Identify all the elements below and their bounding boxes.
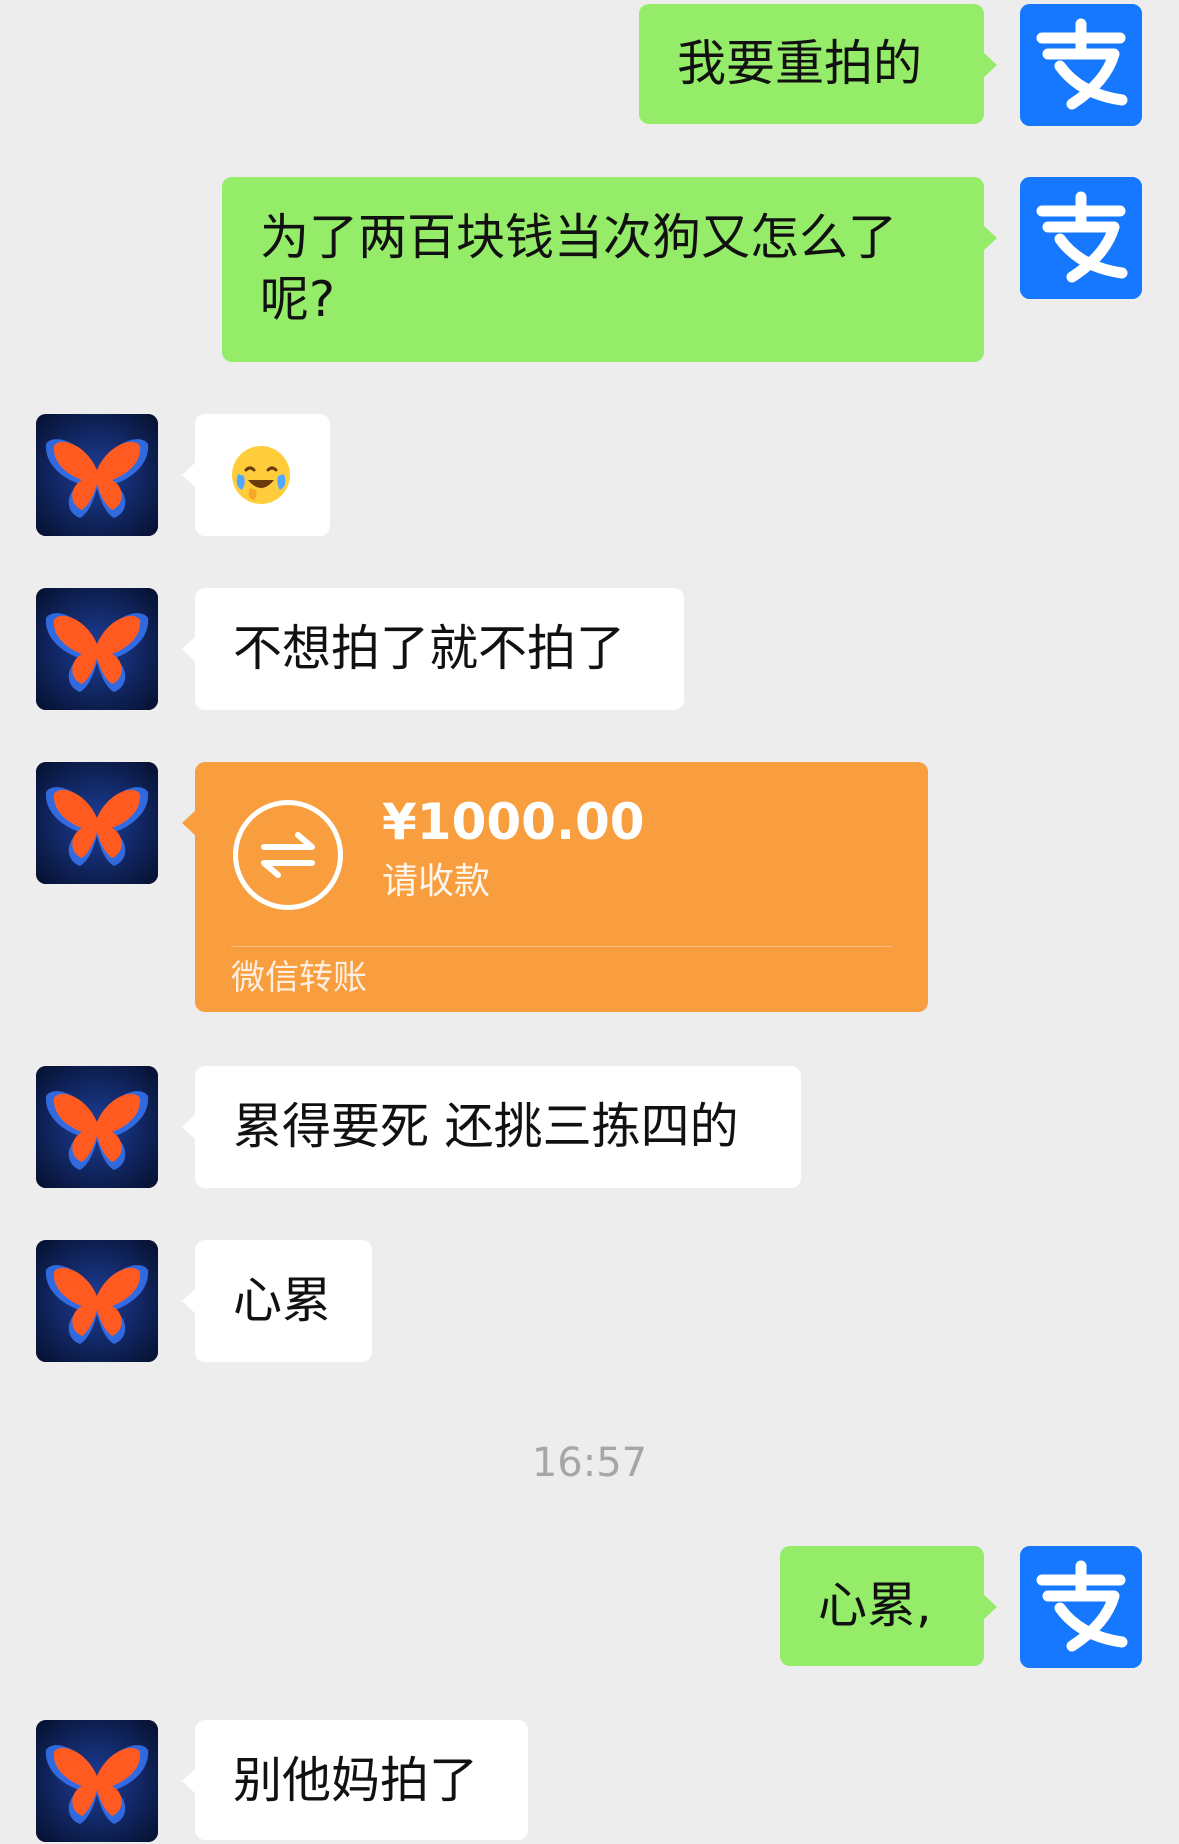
message-text: 不想拍了就不拍了 bbox=[233, 620, 626, 677]
alipay-avatar[interactable] bbox=[1020, 1546, 1142, 1668]
alipay-avatar[interactable] bbox=[1020, 4, 1142, 126]
contact-avatar[interactable] bbox=[36, 1240, 158, 1362]
message-bubble[interactable]: 心累 bbox=[182, 1240, 372, 1362]
contact-avatar[interactable] bbox=[36, 588, 158, 710]
alipay-avatar[interactable] bbox=[1020, 177, 1142, 299]
message-text: 我要重拍的 bbox=[677, 35, 923, 92]
message-bubble[interactable]: 我要重拍的 bbox=[639, 4, 997, 124]
butterfly-icon bbox=[36, 1066, 158, 1188]
butterfly-icon bbox=[36, 588, 158, 710]
contact-avatar[interactable] bbox=[36, 1720, 158, 1842]
timestamp: 16:57 bbox=[531, 1440, 648, 1486]
transfer-status: 请收款 bbox=[382, 861, 491, 902]
transfer-arrows-icon bbox=[233, 800, 343, 910]
contact-avatar[interactable] bbox=[36, 414, 158, 536]
rolling-on-floor-laughing-crying-emoji bbox=[232, 446, 290, 504]
alipay-logo-icon bbox=[1020, 177, 1142, 299]
message-bubble[interactable]: 别他妈拍了 bbox=[182, 1720, 528, 1840]
butterfly-icon bbox=[36, 762, 158, 884]
message-text: 心累, bbox=[818, 1577, 932, 1634]
divider bbox=[231, 946, 892, 947]
transfer-card[interactable]: ¥1000.00 请收款 微信转账 bbox=[182, 762, 928, 1012]
message-text: 心累 bbox=[233, 1272, 332, 1329]
contact-avatar[interactable] bbox=[36, 1066, 158, 1188]
message-text: 别他妈拍了 bbox=[233, 1752, 479, 1809]
contact-avatar[interactable] bbox=[36, 762, 158, 884]
message-bubble[interactable] bbox=[182, 414, 330, 536]
message-text: 为了两百块钱当次狗又怎么了呢? bbox=[260, 209, 898, 328]
butterfly-icon bbox=[36, 414, 158, 536]
transfer-label: 微信转账 bbox=[231, 958, 367, 998]
message-text: 累得要死 还挑三拣四的 bbox=[233, 1098, 739, 1155]
message-bubble[interactable]: 为了两百块钱当次狗又怎么了呢? bbox=[222, 177, 997, 362]
alipay-logo-icon bbox=[1020, 4, 1142, 126]
alipay-logo-icon bbox=[1020, 1546, 1142, 1668]
butterfly-icon bbox=[36, 1240, 158, 1362]
message-bubble[interactable]: 心累, bbox=[780, 1546, 997, 1666]
message-bubble[interactable]: 不想拍了就不拍了 bbox=[182, 588, 684, 710]
transfer-amount: ¥1000.00 bbox=[382, 793, 645, 851]
butterfly-icon bbox=[36, 1720, 158, 1842]
message-bubble[interactable]: 累得要死 还挑三拣四的 bbox=[182, 1066, 801, 1188]
